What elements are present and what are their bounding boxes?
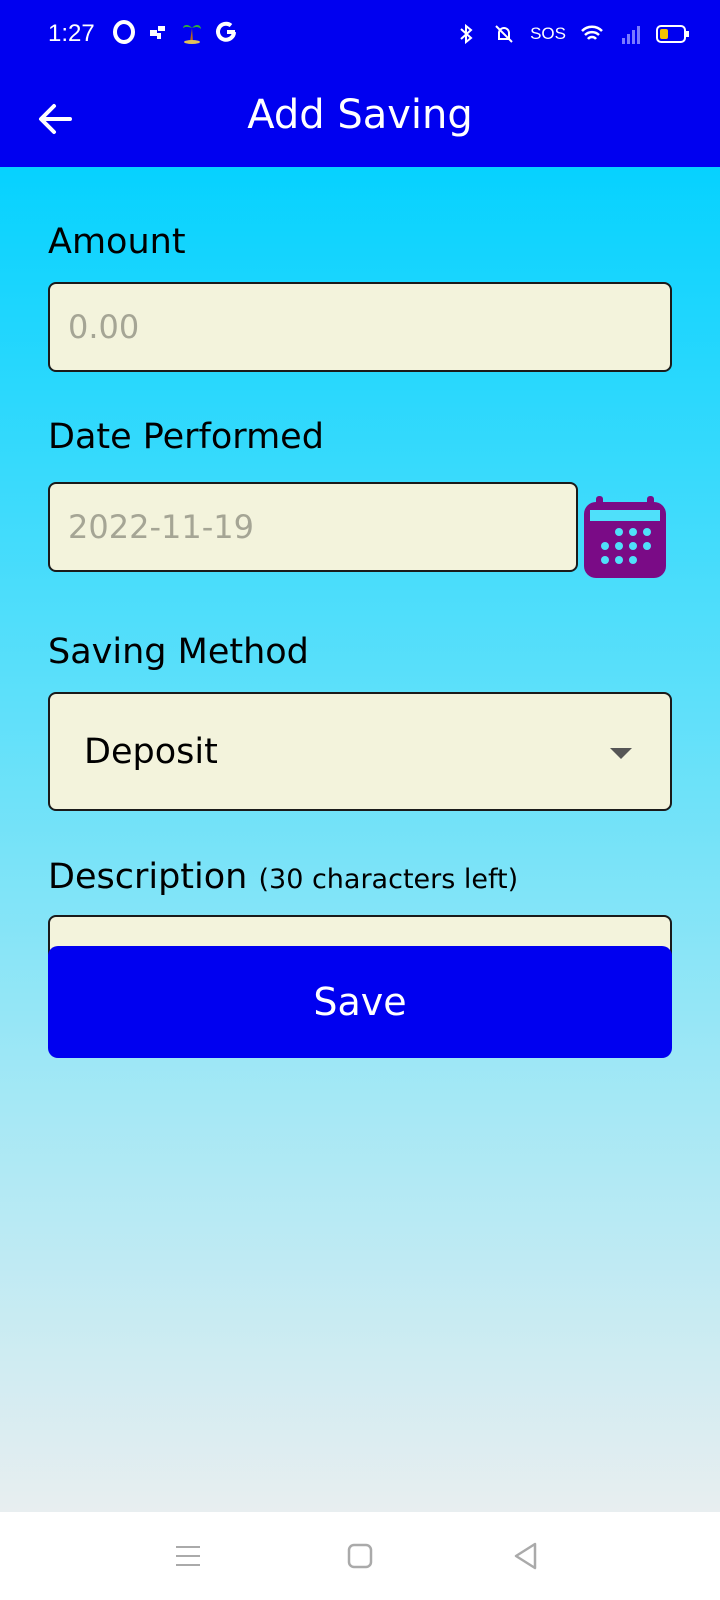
menu-icon[interactable] [170,1538,206,1574]
date-label: Date Performed [48,417,324,457]
mute-icon [495,25,513,43]
saving-method-value: Deposit [84,732,218,772]
save-button[interactable]: Save [48,946,672,1058]
amount-input[interactable] [50,284,670,370]
status-icons-right: SOS [454,22,690,46]
date-field-box [48,482,578,572]
description-label-row: Description (30 characters left) [48,857,518,897]
back-icon[interactable] [508,1538,544,1574]
method-label: Saving Method [48,632,309,672]
battery-icon [656,25,689,43]
characters-left-hint: (30 characters left) [258,864,519,895]
form-container: Amount Date Performed Saving Method Depo… [0,167,720,1512]
signal-icon [622,26,640,44]
amount-field-box [48,282,672,372]
home-icon[interactable] [342,1538,378,1574]
notification-icon [150,26,165,39]
opera-icon [113,20,135,44]
wifi-icon [581,25,603,40]
status-bar: 1:27 SOS [0,0,720,72]
app-bar: Add Saving [0,72,720,167]
status-icons-left [112,20,238,44]
amount-label: Amount [48,222,186,262]
sos-indicator: SOS [530,24,566,43]
saving-method-select[interactable]: Deposit [48,692,672,811]
calendar-icon[interactable] [582,494,668,580]
system-nav-bar [0,1512,720,1600]
palm-tree-icon [183,24,201,44]
status-time: 1:27 [48,20,95,47]
bluetooth-icon [460,23,473,45]
date-input[interactable] [50,484,576,570]
page-title: Add Saving [247,92,473,138]
dropdown-arrow-icon [610,748,632,759]
description-label: Description [48,857,248,897]
google-icon [216,21,236,42]
